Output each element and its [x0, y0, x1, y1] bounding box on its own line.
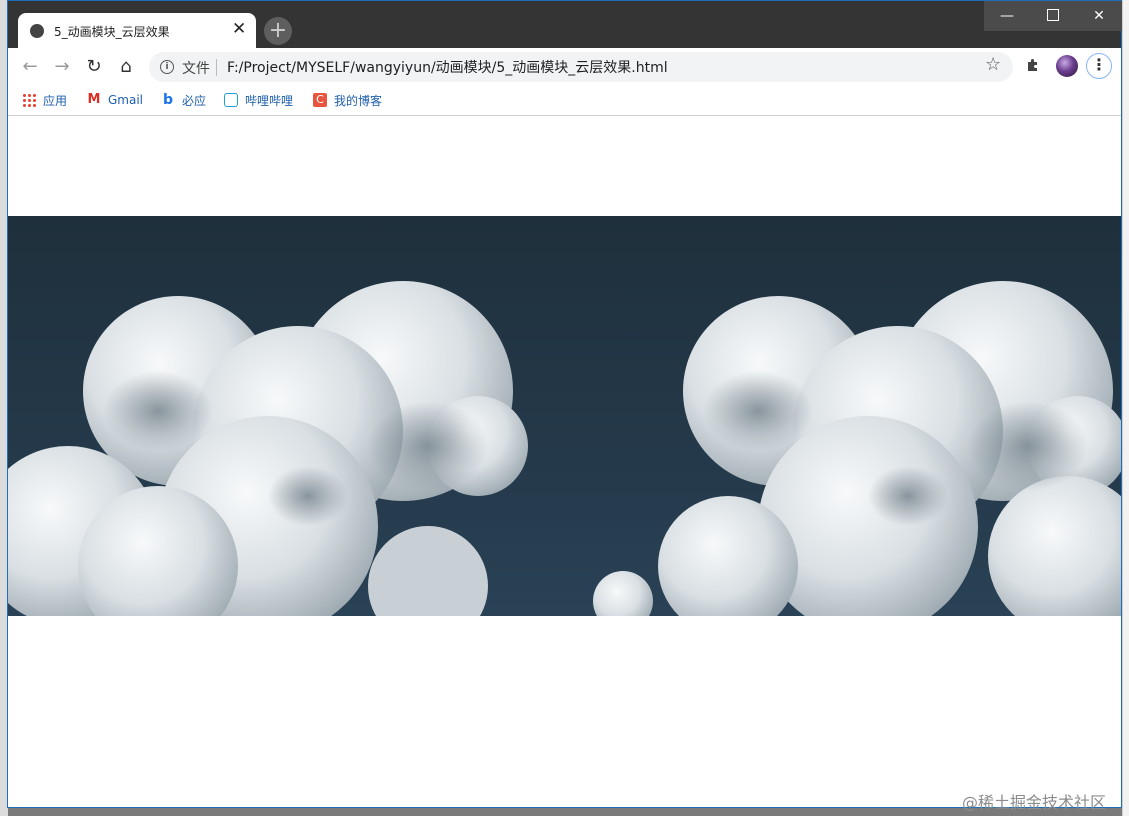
small-cloud-middle: [593, 571, 653, 616]
bookmark-gmail[interactable]: M Gmail: [87, 91, 143, 109]
gmail-icon: M: [87, 92, 101, 107]
bookmark-bing[interactable]: b 必应: [161, 91, 206, 109]
address-bar[interactable]: i 文件 F:/Project/MYSELF/wangyiyun/动画模块/5_…: [149, 52, 1013, 82]
new-tab-button[interactable]: +: [264, 17, 292, 45]
apps-icon: [22, 93, 36, 107]
page-content: [8, 116, 1121, 807]
watermark-text: @稀土掘金技术社区: [962, 793, 1107, 812]
bilibili-icon: [224, 93, 238, 107]
file-scheme-label: 文件: [182, 61, 210, 77]
bookmark-star-icon[interactable]: ☆: [985, 54, 1001, 75]
url-text[interactable]: F:/Project/MYSELF/wangyiyun/动画模块/5_动画模块_…: [227, 57, 668, 77]
desktop-background-right: [1122, 0, 1129, 816]
bookmark-label: 哔哩哔哩: [245, 93, 294, 108]
tab-title: 5_动画模块_云层效果: [54, 25, 170, 39]
bookmark-bilibili[interactable]: 哔哩哔哩: [224, 91, 293, 109]
bookmark-blog[interactable]: C 我的博客: [313, 91, 382, 109]
close-window-button[interactable]: ✕: [1076, 1, 1122, 31]
bookmark-label: 必应: [182, 93, 207, 108]
blog-icon: C: [313, 93, 327, 107]
heart-cloud-left: [8, 281, 528, 616]
tab-close-icon[interactable]: ✕: [232, 19, 246, 39]
bing-icon: b: [162, 92, 174, 108]
extensions-icon[interactable]: [1024, 57, 1042, 75]
browser-window: 5_动画模块_云层效果 ✕ + — ✕ ← → ↻ ⌂ i 文件 F:/Proj…: [7, 0, 1122, 808]
heart-cloud-right: [658, 281, 1121, 616]
bookmark-label: 应用: [43, 93, 68, 108]
globe-icon: [30, 24, 44, 38]
profile-avatar[interactable]: [1056, 55, 1078, 77]
maximize-button[interactable]: [1030, 1, 1076, 31]
omnibox-divider: [216, 59, 217, 76]
info-icon[interactable]: i: [160, 60, 174, 74]
back-button[interactable]: ←: [16, 53, 44, 81]
browser-toolbar: ← → ↻ ⌂ i 文件 F:/Project/MYSELF/wangyiyun…: [8, 48, 1121, 85]
reload-button[interactable]: ↻: [80, 53, 108, 81]
bookmark-label: 我的博客: [334, 93, 383, 108]
home-button[interactable]: ⌂: [112, 53, 140, 81]
maximize-icon: [1047, 8, 1059, 21]
forward-button[interactable]: →: [48, 53, 76, 81]
bookmark-label: Gmail: [108, 93, 144, 107]
cloud-layer-image: [8, 281, 1121, 616]
title-bar: 5_动画模块_云层效果 ✕ + — ✕: [8, 1, 1122, 48]
menu-icon[interactable]: ⋮: [1086, 53, 1112, 79]
bookmark-apps[interactable]: 应用: [22, 91, 67, 109]
cloud-scene: [8, 216, 1121, 616]
minimize-button[interactable]: —: [984, 1, 1030, 31]
tab-active[interactable]: 5_动画模块_云层效果 ✕: [18, 13, 256, 48]
bookmarks-bar: 应用 M Gmail b 必应 哔哩哔哩 C 我的博客: [8, 85, 1121, 116]
